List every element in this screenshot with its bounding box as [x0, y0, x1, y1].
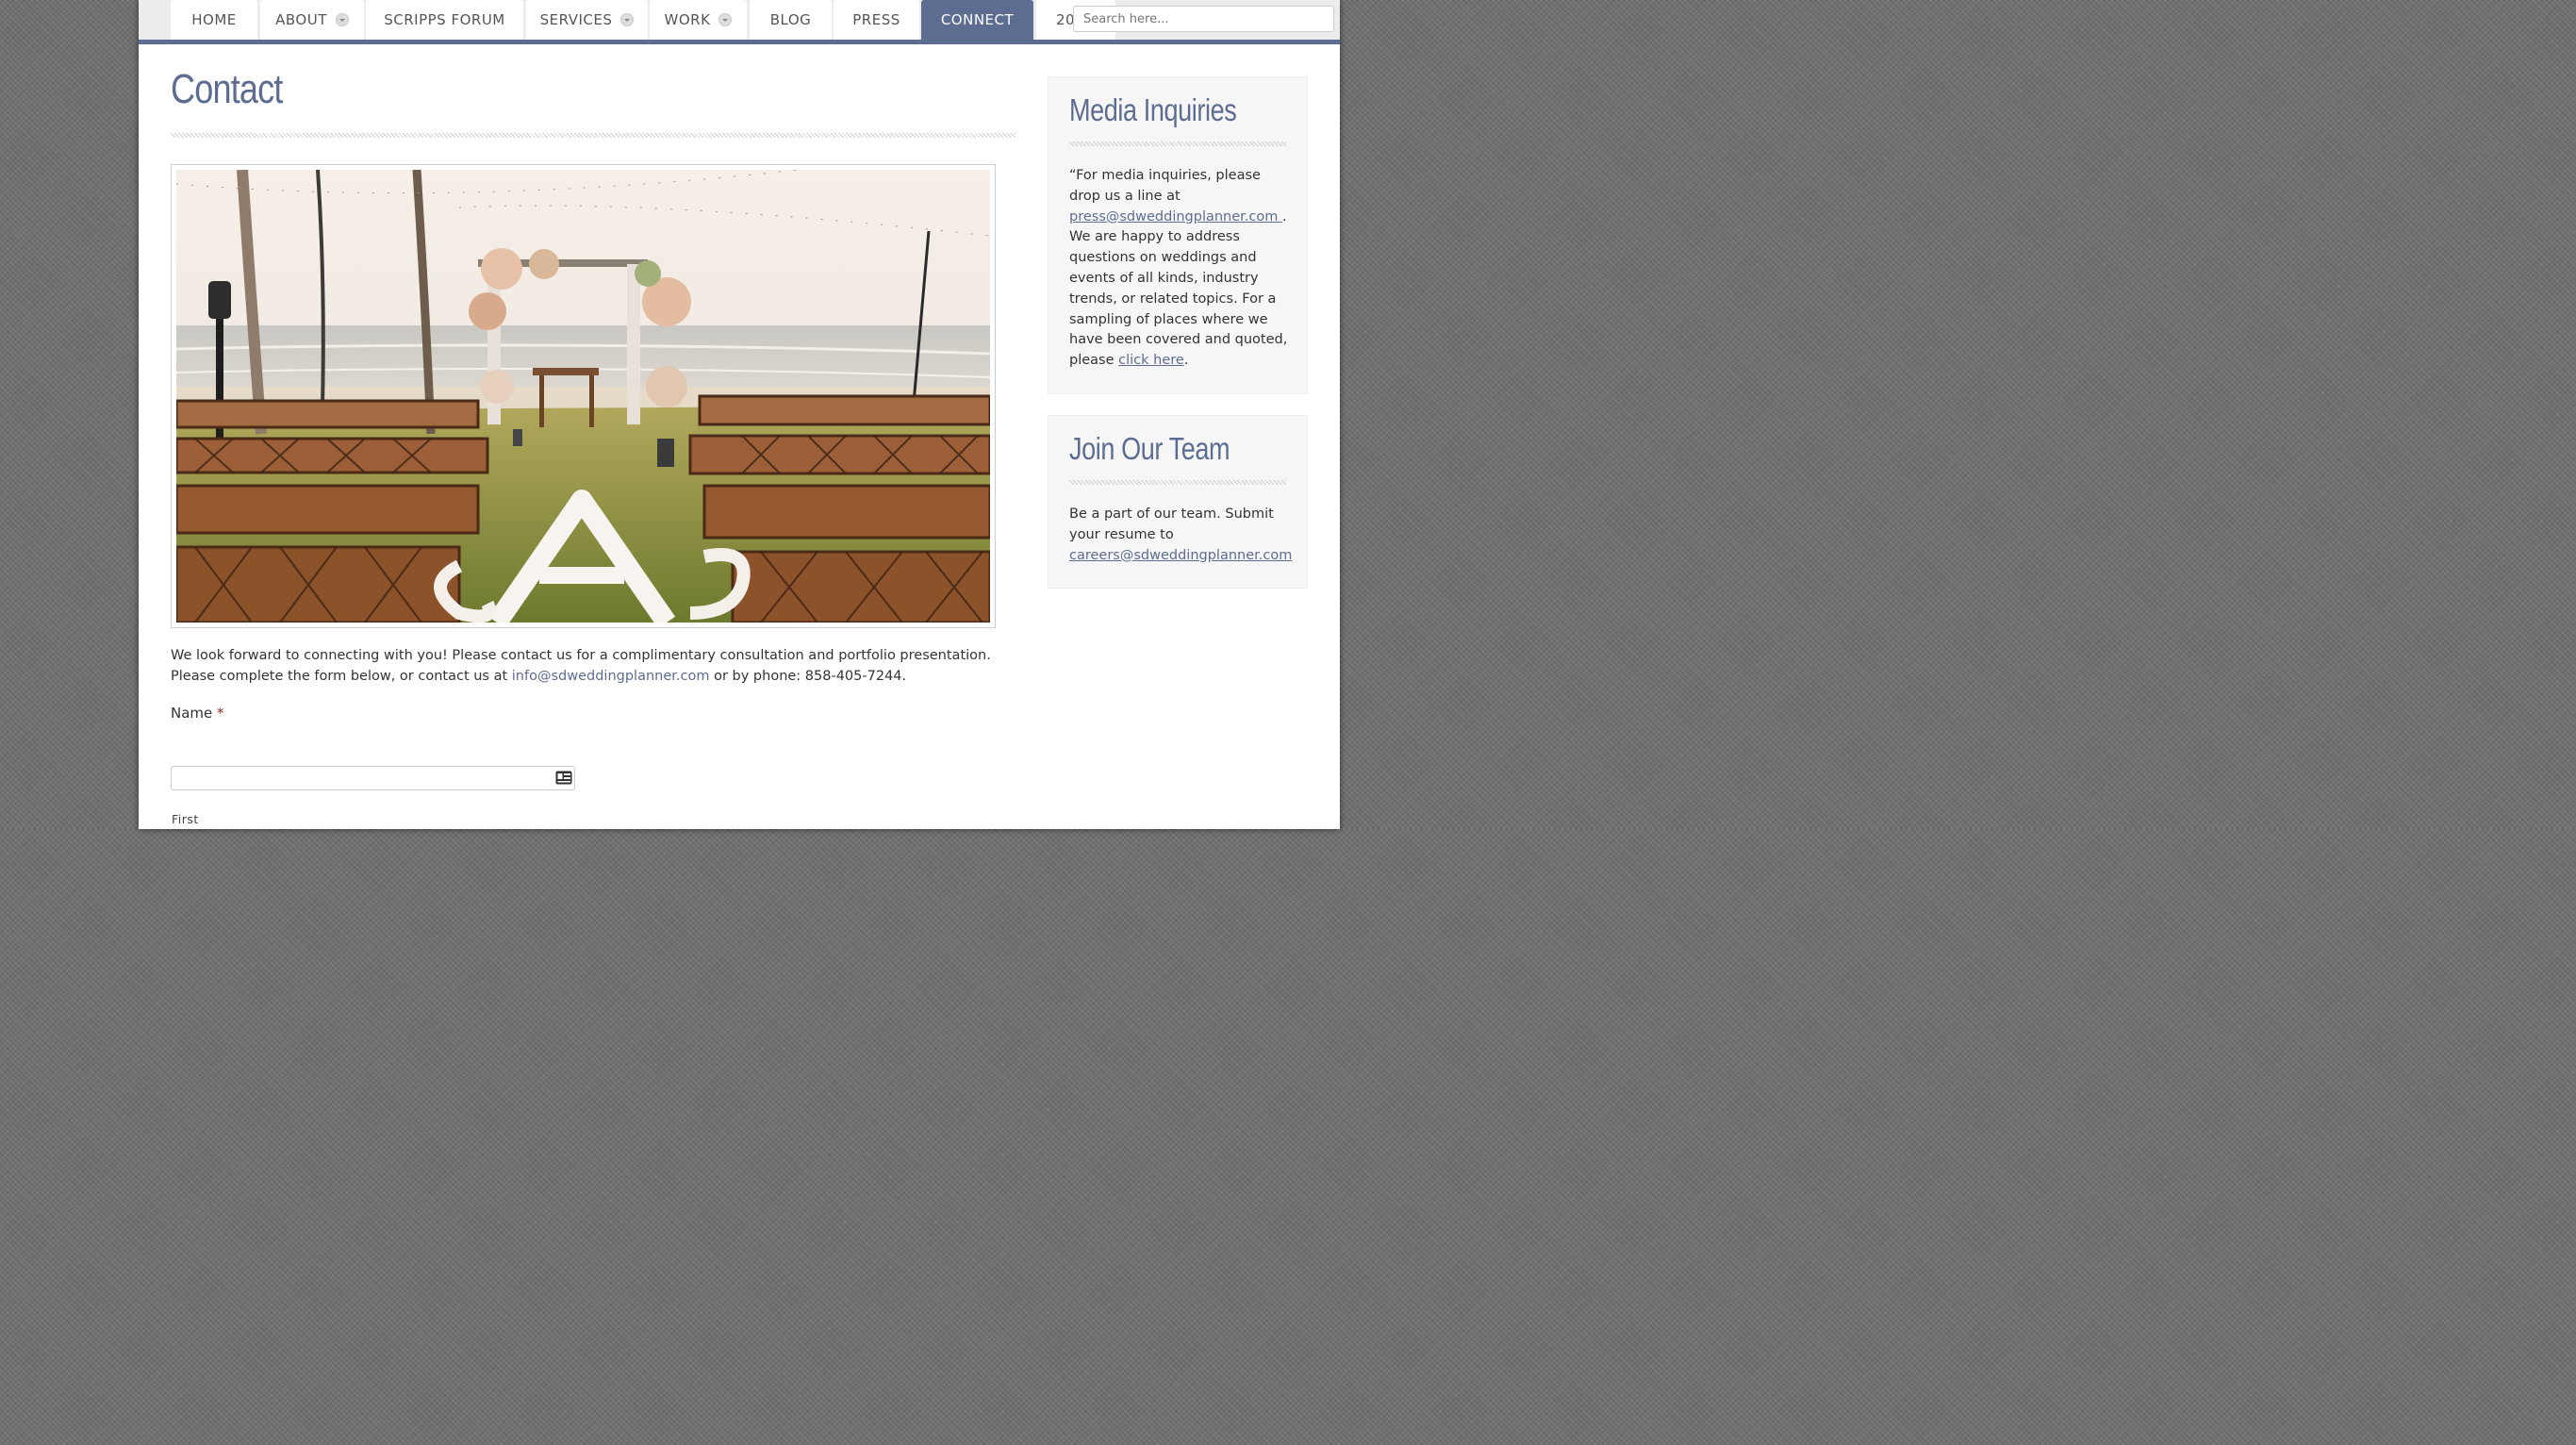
chevron-down-icon[interactable]: [335, 13, 349, 26]
search-input[interactable]: [1073, 6, 1334, 32]
name-label-text: Name: [171, 705, 213, 722]
media-text-end: .: [1183, 353, 1189, 369]
contact-intro: We look forward to connecting with you! …: [171, 645, 1000, 687]
beach-wedding-ceremony-image: [176, 170, 990, 623]
nav-blog-label: BLOG: [769, 11, 812, 28]
join-our-team-title: Join Our Team: [1069, 431, 1230, 466]
page-container: HOME ABOUT SCRIPPS FORUM SERVICES WORK B…: [139, 0, 1340, 829]
media-text-intro: “For media inquiries, please drop us a l…: [1069, 168, 1261, 204]
widget-divider: [1069, 480, 1286, 485]
nav-home-label: HOME: [191, 11, 237, 28]
first-name-input[interactable]: [171, 766, 575, 790]
name-field-label: Name *: [171, 705, 224, 722]
first-name-sublabel: First: [172, 812, 199, 826]
nav-work-label: WORK: [664, 11, 711, 28]
info-email-link[interactable]: info@sdweddingplanner.com: [512, 669, 710, 684]
contact-card-icon[interactable]: [555, 771, 572, 785]
required-marker: *: [217, 705, 224, 722]
join-our-team-widget: Join Our Team Be a part of our team. Sub…: [1048, 415, 1308, 589]
join-our-team-text: Be a part of our team. Submit your resum…: [1069, 505, 1292, 566]
nav-press-label: PRESS: [852, 11, 900, 28]
nav-about-label: ABOUT: [275, 11, 327, 28]
media-inquiries-text: “For media inquiries, please drop us a l…: [1069, 166, 1288, 372]
nav-about[interactable]: ABOUT: [260, 0, 364, 40]
nav-work[interactable]: WORK: [650, 0, 747, 40]
media-inquiries-widget: Media Inquiries “For media inquiries, pl…: [1048, 76, 1308, 394]
nav-scripps-forum[interactable]: SCRIPPS FORUM: [366, 0, 523, 40]
nav-services-label: SERVICES: [539, 11, 613, 28]
main-navigation: HOME ABOUT SCRIPPS FORUM SERVICES WORK B…: [139, 0, 1340, 44]
click-here-link[interactable]: click here: [1118, 353, 1184, 368]
nav-press[interactable]: PRESS: [834, 0, 919, 40]
page-title: Contact: [171, 66, 283, 112]
nav-connect[interactable]: CONNECT: [921, 0, 1033, 40]
nav-blog[interactable]: BLOG: [750, 0, 832, 40]
nav-home[interactable]: HOME: [171, 0, 257, 40]
featured-image-frame: [171, 164, 996, 628]
nav-connect-label: CONNECT: [940, 11, 1015, 28]
widget-divider: [1069, 141, 1286, 146]
careers-email-link[interactable]: careers@sdweddingplanner.com: [1069, 548, 1292, 563]
chevron-down-icon[interactable]: [718, 13, 733, 26]
intro-phone-text: or by phone: 858-405-7244.: [709, 669, 907, 684]
media-text-body: . We are happy to address questions on w…: [1069, 208, 1288, 369]
nav-services[interactable]: SERVICES: [526, 0, 648, 40]
press-email-link[interactable]: press@sdweddingplanner.com: [1069, 209, 1282, 224]
media-inquiries-title: Media Inquiries: [1069, 92, 1237, 127]
team-text: Be a part of our team. Submit your resum…: [1069, 507, 1274, 542]
chevron-down-icon[interactable]: [620, 13, 635, 26]
title-divider: [171, 133, 1016, 138]
nav-scripps-forum-label: SCRIPPS FORUM: [384, 11, 505, 28]
